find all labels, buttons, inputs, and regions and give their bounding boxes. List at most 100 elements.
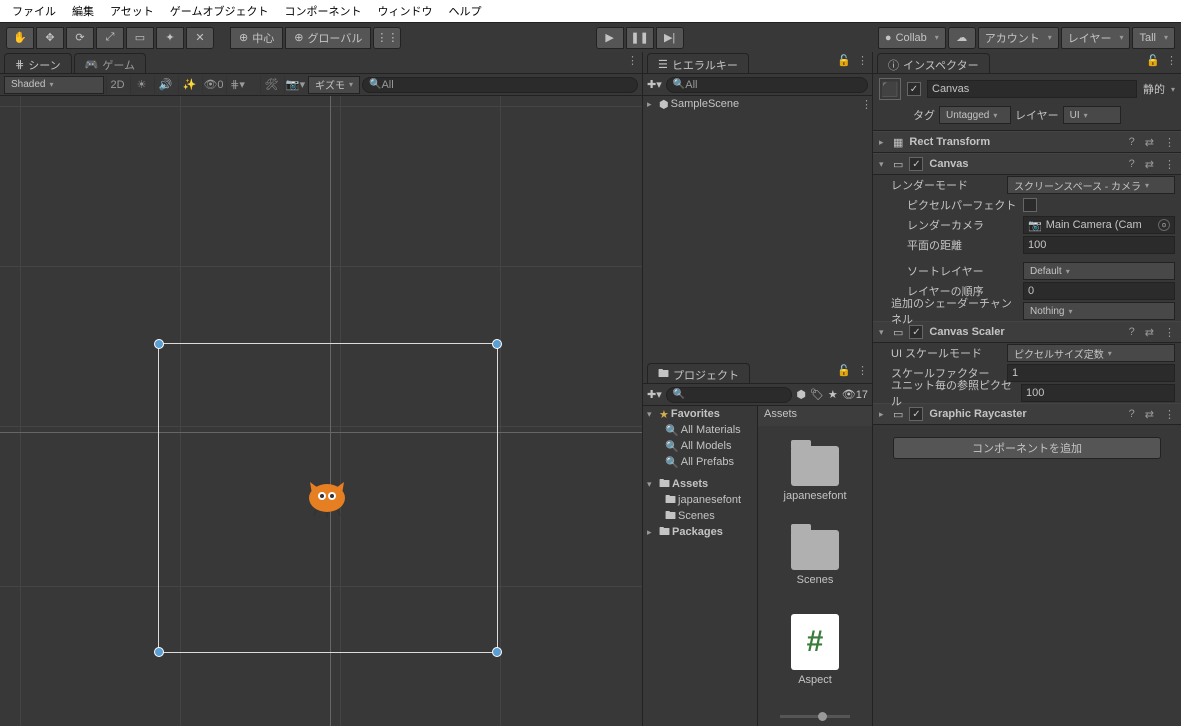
scale-tool-button[interactable]: ⤢ — [96, 27, 124, 49]
component-menu-icon[interactable]: ⋮ — [1164, 136, 1175, 149]
grid-toggle[interactable]: ⋕▾ — [226, 76, 248, 94]
tab-menu-icon[interactable]: ⋮ — [857, 54, 868, 67]
audio-toggle[interactable]: 🔊 — [154, 76, 176, 94]
rect-transform-header[interactable]: ▸ ▦ Rect Transform ? ⇄ ⋮ — [873, 131, 1181, 153]
order-in-layer-input[interactable] — [1023, 282, 1175, 300]
lock-icon[interactable]: 🔓 — [837, 54, 851, 67]
snap-button[interactable]: ⋮⋮ — [373, 27, 401, 49]
gameobject-icon[interactable]: ⬛ — [879, 78, 901, 100]
rect-tool-button[interactable]: ▭ — [126, 27, 154, 49]
play-button[interactable]: ▶ — [596, 27, 624, 49]
asset-folder-scenes[interactable]: Scenes — [791, 530, 839, 586]
object-picker-icon[interactable]: ⊙ — [1158, 219, 1170, 231]
search-all-prefabs[interactable]: 🔍All Prefabs — [643, 454, 757, 470]
menu-window[interactable]: ウィンドウ — [369, 0, 440, 22]
help-icon[interactable]: ? — [1129, 158, 1135, 170]
render-mode-dropdown[interactable]: スクリーンスペース - カメラ — [1007, 176, 1175, 194]
handle-bl[interactable] — [154, 647, 164, 657]
foldout-icon[interactable]: ▸ — [879, 409, 887, 420]
help-icon[interactable]: ? — [1129, 408, 1135, 420]
gameobject-name-input[interactable] — [927, 80, 1137, 98]
add-component-button[interactable]: コンポーネントを追加 — [893, 437, 1161, 459]
active-checkbox[interactable]: ✓ — [907, 82, 921, 96]
canvas-header[interactable]: ▾ ▭ ✓ Canvas ? ⇄ ⋮ — [873, 153, 1181, 175]
layout-dropdown[interactable]: Tall — [1132, 27, 1175, 49]
pivot-toggle[interactable]: ⊕ 中心 — [230, 27, 283, 49]
search-all-materials[interactable]: 🔍All Materials — [643, 422, 757, 438]
preset-icon[interactable]: ⇄ — [1145, 326, 1154, 339]
scale-factor-input[interactable] — [1007, 364, 1175, 382]
preset-icon[interactable]: ⇄ — [1145, 408, 1154, 421]
tab-scene[interactable]: ⋕シーン — [4, 53, 72, 73]
menu-help[interactable]: ヘルプ — [440, 0, 489, 22]
tab-menu-icon[interactable]: ⋮ — [1166, 54, 1177, 67]
scene-search-input[interactable]: 🔍 All — [362, 77, 638, 93]
hierarchy-search-input[interactable]: 🔍 All — [666, 77, 868, 93]
2d-toggle[interactable]: 2D — [106, 76, 128, 94]
space-toggle[interactable]: ⊕ グローバル — [285, 27, 371, 49]
foldout-icon[interactable]: ▾ — [879, 159, 887, 170]
tag-dropdown[interactable]: Untagged — [939, 106, 1011, 124]
tab-menu-icon[interactable]: ⋮ — [627, 54, 638, 67]
component-enabled-checkbox[interactable]: ✓ — [909, 325, 923, 339]
shader-channels-dropdown[interactable]: Nothing — [1023, 302, 1175, 320]
packages-row[interactable]: ▸🖿Packages — [643, 524, 757, 540]
pause-button[interactable]: ❚❚ — [626, 27, 654, 49]
project-breadcrumb[interactable]: Assets — [758, 406, 872, 426]
tool-settings-icon[interactable]: 🛠 — [260, 76, 282, 94]
component-enabled-checkbox[interactable]: ✓ — [909, 407, 923, 421]
search-type-icon[interactable]: ⬢ — [796, 388, 806, 401]
tab-inspector[interactable]: ⓘインスペクター — [877, 53, 990, 73]
graphic-raycaster-header[interactable]: ▸ ▭ ✓ Graphic Raycaster ? ⇄ ⋮ — [873, 403, 1181, 425]
handle-tl[interactable] — [154, 339, 164, 349]
foldout-icon[interactable]: ▾ — [879, 327, 887, 338]
grid-size-slider[interactable] — [758, 706, 872, 726]
tab-menu-icon[interactable]: ⋮ — [857, 364, 868, 377]
ref-pixels-input[interactable] — [1021, 384, 1175, 402]
step-button[interactable]: ▶| — [656, 27, 684, 49]
hierarchy-scene-row[interactable]: ▸ ⬢ SampleScene ⋮ — [643, 96, 872, 112]
menu-gameobject[interactable]: ゲームオブジェクト — [162, 0, 277, 22]
lock-icon[interactable]: 🔓 — [1146, 54, 1160, 67]
render-camera-field[interactable]: 📷Main Camera (Cam⊙ — [1023, 216, 1175, 234]
menu-component[interactable]: コンポーネント — [276, 0, 369, 22]
help-icon[interactable]: ? — [1129, 136, 1135, 148]
preset-icon[interactable]: ⇄ — [1145, 158, 1154, 171]
scene-viewport[interactable] — [0, 96, 642, 726]
scale-mode-dropdown[interactable]: ピクセルサイズ定数 — [1007, 344, 1175, 362]
search-all-models[interactable]: 🔍All Models — [643, 438, 757, 454]
asset-folder-japanesefont[interactable]: japanesefont — [784, 446, 847, 502]
layer-dropdown[interactable]: UI — [1063, 106, 1121, 124]
collab-dropdown[interactable]: ● Collab — [878, 27, 946, 49]
menu-assets[interactable]: アセット — [102, 0, 162, 22]
lock-icon[interactable]: 🔓 — [837, 364, 851, 377]
tab-game[interactable]: 🎮ゲーム — [74, 53, 146, 73]
menu-edit[interactable]: 編集 — [64, 0, 102, 22]
create-dropdown[interactable]: ✚▾ — [647, 78, 662, 91]
rotate-tool-button[interactable]: ⟳ — [66, 27, 94, 49]
component-menu-icon[interactable]: ⋮ — [1164, 408, 1175, 421]
account-dropdown[interactable]: アカウント — [978, 27, 1059, 49]
tab-project[interactable]: 🖿プロジェクト — [647, 363, 750, 383]
move-tool-button[interactable]: ✥ — [36, 27, 64, 49]
shading-dropdown[interactable]: Shaded — [4, 76, 104, 94]
hidden-toggle[interactable]: 👁0 — [202, 76, 224, 94]
foldout-icon[interactable]: ▸ — [647, 99, 657, 110]
transform-tool-button[interactable]: ✦ — [156, 27, 184, 49]
help-icon[interactable]: ? — [1129, 326, 1135, 338]
custom-tool-button[interactable]: ✕ — [186, 27, 214, 49]
foldout-icon[interactable]: ▸ — [879, 137, 887, 148]
favorites-row[interactable]: ▾★Favorites — [643, 406, 757, 422]
save-search-icon[interactable]: ★ — [828, 388, 838, 401]
canvas-scaler-header[interactable]: ▾ ▭ ✓ Canvas Scaler ? ⇄ ⋮ — [873, 321, 1181, 343]
search-label-icon[interactable]: 🏷 — [810, 388, 824, 401]
sprite-gameobject[interactable] — [302, 474, 352, 518]
tab-hierarchy[interactable]: ☰ヒエラルキー — [647, 53, 749, 73]
hidden-count[interactable]: 👁17 — [842, 388, 868, 401]
preset-icon[interactable]: ⇄ — [1145, 136, 1154, 149]
plane-distance-input[interactable] — [1023, 236, 1175, 254]
component-menu-icon[interactable]: ⋮ — [1164, 326, 1175, 339]
hand-tool-button[interactable]: ✋ — [6, 27, 34, 49]
component-menu-icon[interactable]: ⋮ — [1164, 158, 1175, 171]
component-enabled-checkbox[interactable]: ✓ — [909, 157, 923, 171]
